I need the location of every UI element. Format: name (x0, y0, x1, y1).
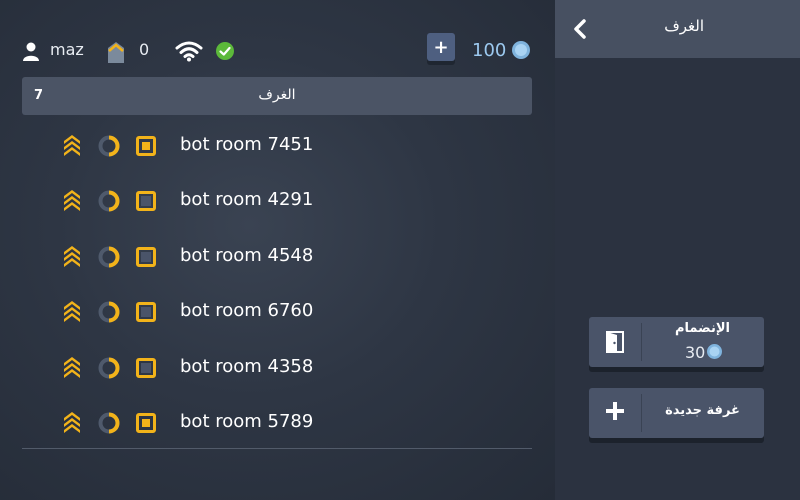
chevron-rank-icon (64, 411, 80, 433)
join-button[interactable]: الإنضمام 30 (589, 317, 764, 367)
rooms-list: bot room 7451 bot room 4291 bot room 454… (22, 118, 532, 450)
chevron-left-icon (574, 19, 586, 39)
chevron-rank-icon (64, 135, 80, 156)
rooms-table-header: 7 الغرف (22, 77, 532, 115)
square-icon (136, 246, 156, 267)
room-name: bot room 4291 (180, 189, 314, 211)
user-icon (23, 42, 39, 61)
coin-icon (707, 344, 722, 359)
chevron-rank-icon (64, 356, 80, 378)
ring-icon (98, 135, 120, 157)
new-room-label: غرفة جديدة (665, 403, 740, 418)
add-coins-button[interactable]: + (427, 33, 455, 61)
square-icon (136, 136, 156, 156)
username: maz (50, 40, 84, 59)
chevron-rank-icon (64, 190, 80, 212)
join-cost: 30 (685, 343, 706, 362)
add-coins-label: + (433, 36, 449, 58)
main-area: maz 0 + 100 7 الغرف bot room 7451 bot ro… (0, 0, 555, 500)
join-label: الإنضمام (675, 321, 730, 336)
new-room-button[interactable]: غرفة جديدة (589, 388, 764, 438)
room-name: bot room 4358 (180, 355, 314, 377)
chevron-rank-icon (64, 245, 80, 267)
coins-balance: 100 (472, 40, 507, 61)
page-title: الغرف (664, 17, 704, 35)
ring-icon (98, 301, 120, 323)
room-name: bot room 6760 (180, 300, 314, 322)
back-button[interactable] (567, 16, 593, 42)
list-divider (22, 448, 532, 449)
rank-badge-icon (108, 42, 124, 63)
square-icon (136, 191, 156, 212)
wifi-icon (175, 41, 203, 62)
room-row[interactable]: bot room 4548 (22, 229, 532, 284)
room-name: bot room 5789 (180, 410, 314, 432)
chevron-rank-icon (64, 301, 80, 323)
button-separator (641, 323, 642, 361)
room-name: bot room 7451 (180, 134, 314, 155)
ring-icon (98, 357, 120, 379)
ring-icon (98, 246, 120, 268)
plus-icon (606, 402, 624, 420)
coin-icon (512, 41, 530, 59)
side-header: الغرف (555, 0, 800, 58)
square-icon (136, 302, 156, 323)
room-row[interactable]: bot room 6760 (22, 284, 532, 339)
rank-value: 0 (139, 40, 150, 59)
room-row[interactable]: bot room 5789 (22, 395, 532, 450)
room-row[interactable]: bot room 4358 (22, 340, 532, 395)
room-row[interactable]: bot room 7451 (22, 118, 532, 173)
square-icon (136, 357, 156, 378)
room-name: bot room 4548 (180, 244, 314, 266)
button-separator (641, 394, 642, 432)
check-icon (216, 42, 234, 60)
square-icon (136, 412, 156, 433)
ring-icon (98, 412, 120, 434)
ring-icon (98, 190, 120, 212)
door-icon (606, 331, 624, 353)
room-row[interactable]: bot room 4291 (22, 173, 532, 228)
rooms-table-title: الغرف (258, 87, 296, 103)
